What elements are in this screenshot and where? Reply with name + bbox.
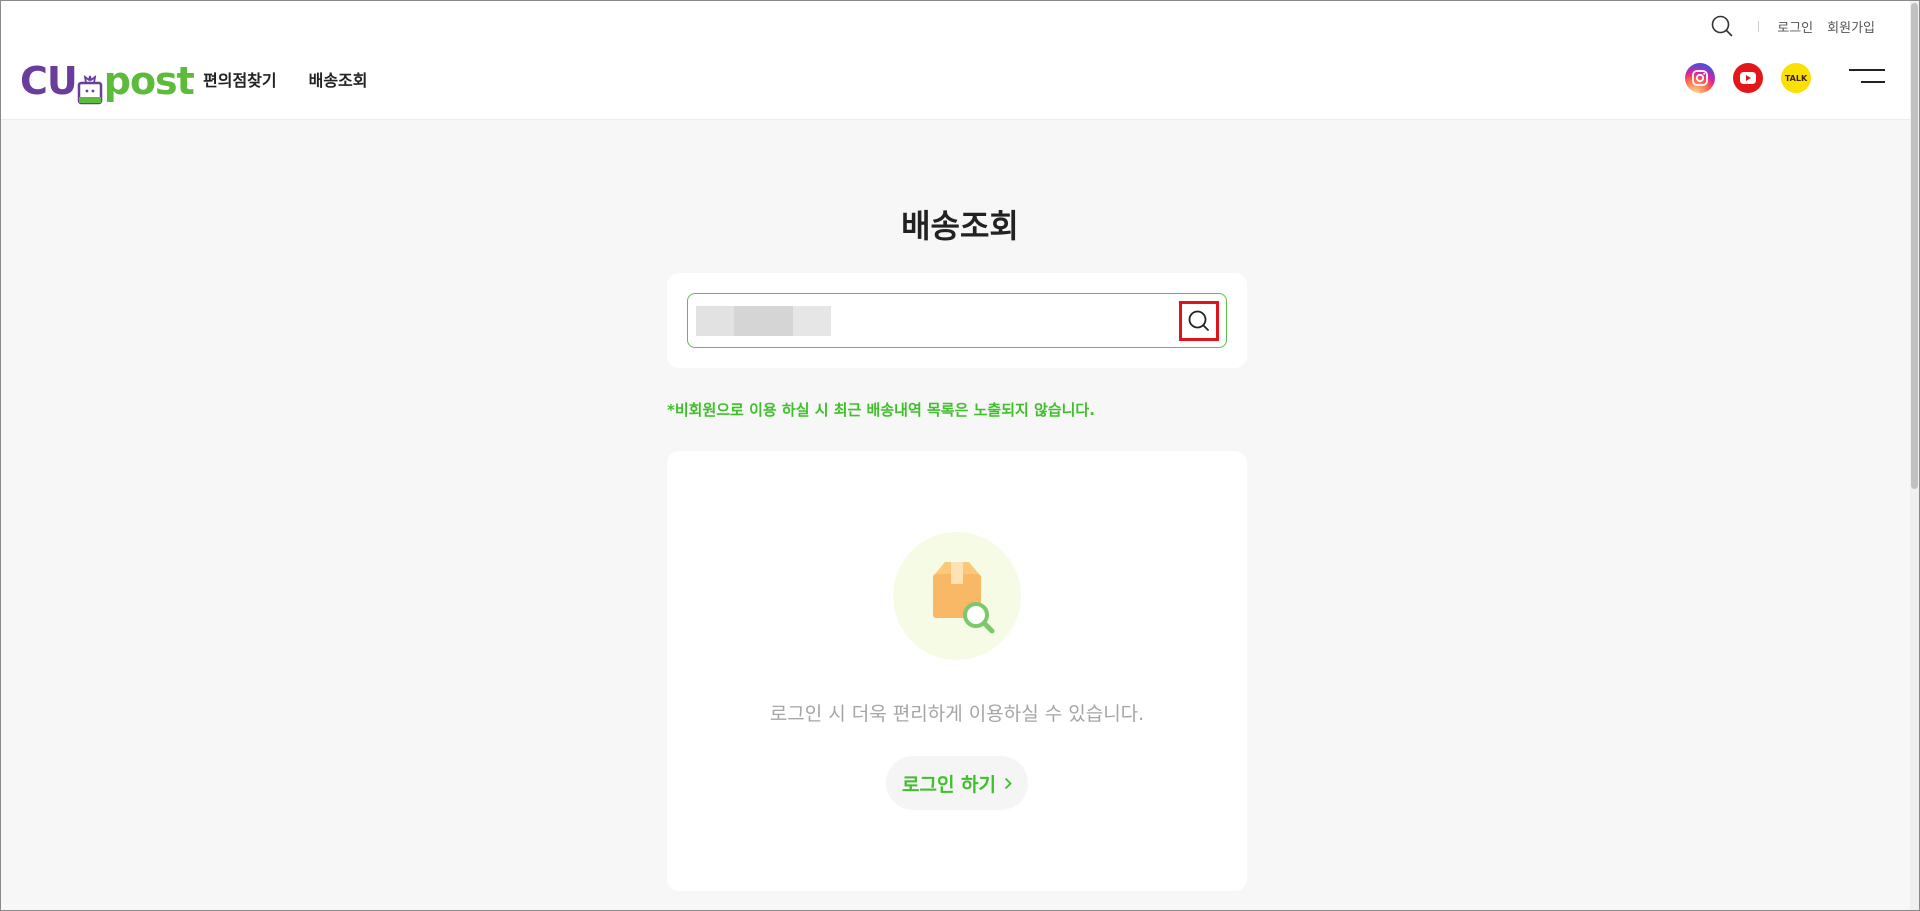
logo-text-post: post [103,59,195,103]
kakaotalk-label: TALK [1784,73,1808,83]
package-search-illustration [893,532,1021,660]
divider [1758,20,1760,32]
login-message: 로그인 시 더욱 편리하게 이용하실 수 있습니다. [769,703,1145,725]
logo-box-icon [77,75,102,105]
chevron-right-icon [1004,777,1012,789]
site-header: 로그인 회원가입 CU post 편의점찾기 배송조회 TALK [1,1,1919,120]
login-button[interactable]: 로그인 하기 [886,756,1028,810]
sns-links: TALK [1685,63,1811,93]
tracking-search-box [687,293,1227,348]
kakaotalk-icon[interactable]: TALK [1781,63,1811,93]
tracking-number-input[interactable] [696,304,1146,336]
search-icon [1188,310,1209,331]
utility-menu: 로그인 회원가입 [1710,15,1875,37]
page-title: 배송조회 [901,207,1019,245]
package-search-icon [933,562,995,634]
search-button[interactable] [1179,301,1219,341]
cupost-logo[interactable]: CU post [20,59,195,105]
signup-link[interactable]: 회원가입 [1827,17,1875,36]
hamburger-menu-icon[interactable] [1849,67,1885,85]
youtube-icon[interactable] [1733,63,1763,93]
login-prompt-card: 로그인 시 더욱 편리하게 이용하실 수 있습니다. 로그인 하기 [667,451,1247,891]
search-icon[interactable] [1710,14,1734,38]
instagram-icon[interactable] [1685,63,1715,93]
login-link[interactable]: 로그인 [1777,17,1813,36]
nav-delivery-tracking[interactable]: 배송조회 [309,67,368,91]
page-scrollbar[interactable] [1910,1,1919,910]
search-card [667,273,1247,368]
guest-notice: *비회원으로 이용 하실 시 최근 배송내역 목록은 노출되지 않습니다. [667,401,1095,419]
logo-text-cu: CU [20,59,78,103]
login-button-label: 로그인 하기 [901,773,996,796]
nav-store-finder[interactable]: 편의점찾기 [203,67,277,91]
main-nav: 편의점찾기 배송조회 [203,67,368,91]
browser-viewport: 로그인 회원가입 CU post 편의점찾기 배송조회 TALK 배송조회 *비… [0,0,1920,911]
scrollbar-thumb[interactable] [1911,3,1918,489]
